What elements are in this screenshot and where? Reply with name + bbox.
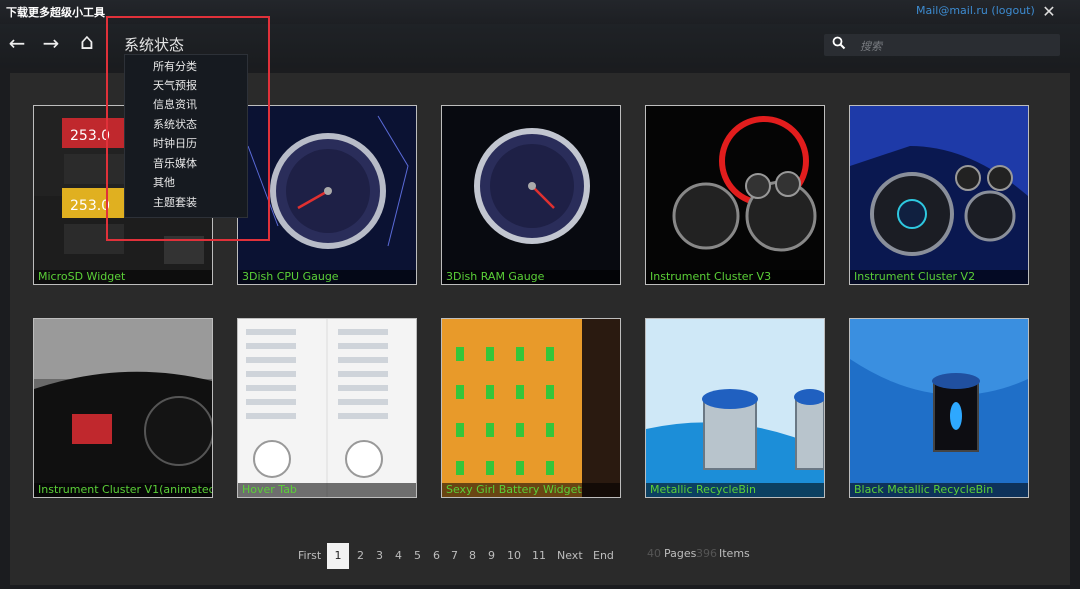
home-icon[interactable]: ⌂ [74, 30, 100, 56]
widget-title: Sexy Girl Battery Widget [442, 483, 620, 497]
widget-tile[interactable]: Black Metallic RecycleBin [849, 318, 1029, 498]
widget-title: Metallic RecycleBin [646, 483, 824, 497]
widget-title: Black Metallic RecycleBin [850, 483, 1028, 497]
page-2-link[interactable]: 2 [357, 549, 364, 575]
widget-title: 3Dish RAM Gauge [442, 270, 620, 284]
search-input[interactable] [858, 36, 1052, 56]
widget-title: Instrument Cluster V3 [646, 270, 824, 284]
page-1-current[interactable]: 1 [327, 543, 349, 569]
page-3-link[interactable]: 3 [376, 549, 383, 575]
widget-tile[interactable]: Sexy Girl Battery Widget [441, 318, 621, 498]
widget-title: Instrument Cluster V1(animated [34, 483, 212, 497]
pages-label: Pages [664, 547, 697, 560]
widget-tile[interactable]: Instrument Cluster V1(animated [33, 318, 213, 498]
widget-title: Instrument Cluster V2 [850, 270, 1028, 284]
widget-tile[interactable]: Hover Tab [237, 318, 417, 498]
widget-title: Hover Tab [238, 483, 416, 497]
page-8-link[interactable]: 8 [469, 549, 476, 575]
page-7-link[interactable]: 7 [451, 549, 458, 575]
items-label: Items [719, 547, 750, 560]
total-pages-count: 40 [647, 547, 661, 560]
svg-text:253.0: 253.0 [70, 128, 110, 144]
page-11-link[interactable]: 11 [532, 549, 546, 575]
widget-tile[interactable]: 3Dish RAM Gauge [441, 105, 621, 285]
forward-arrow-icon[interactable]: → [38, 30, 64, 56]
back-arrow-icon[interactable]: ← [4, 30, 30, 56]
widget-tile[interactable]: Instrument Cluster V2 [849, 105, 1029, 285]
page-10-link[interactable]: 10 [507, 549, 521, 575]
page-9-link[interactable]: 9 [488, 549, 495, 575]
svg-text:253.0: 253.0 [70, 198, 110, 214]
widget-title: 3Dish CPU Gauge [238, 270, 416, 284]
close-button[interactable]: ✕ [1038, 2, 1060, 22]
page-5-link[interactable]: 5 [414, 549, 421, 575]
widget-tile[interactable]: Instrument Cluster V3 [645, 105, 825, 285]
page-6-link[interactable]: 6 [433, 549, 440, 575]
app-title: 下载更多超级小工具 [6, 6, 105, 19]
next-page-link[interactable]: Next [557, 549, 583, 575]
end-page-link[interactable]: End [593, 549, 614, 575]
widget-tile[interactable]: Metallic RecycleBin [645, 318, 825, 498]
search-box [824, 34, 1060, 56]
total-items-count: 396 [696, 547, 717, 560]
search-icon[interactable] [832, 36, 846, 54]
account-logout-link[interactable]: Mail@mail.ru (logout) [916, 4, 1035, 17]
page-4-link[interactable]: 4 [395, 549, 402, 575]
first-page-link[interactable]: First [298, 549, 321, 575]
widget-title: MicroSD Widget [34, 270, 212, 284]
highlight-annotation [106, 16, 270, 241]
